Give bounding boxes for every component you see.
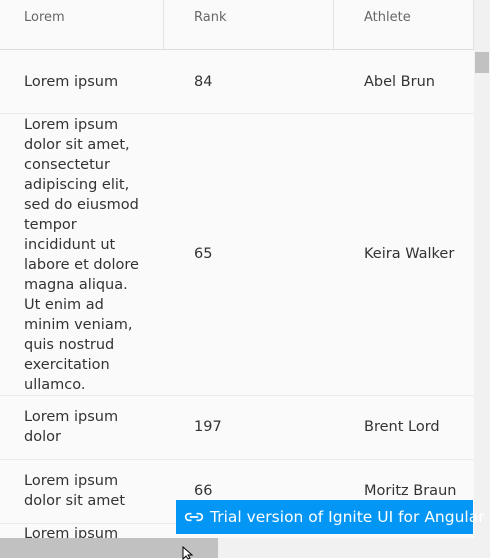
link-icon bbox=[184, 512, 204, 522]
cell-athlete: Abel Brun bbox=[364, 74, 435, 90]
column-header-lorem[interactable]: Lorem bbox=[24, 0, 65, 49]
column-resize-handle[interactable] bbox=[163, 0, 164, 49]
column-resize-handle[interactable] bbox=[333, 0, 334, 49]
table-row[interactable]: Lorem ipsum dolor 197 Brent Lord bbox=[0, 396, 474, 460]
data-grid: trial trial trial trial trial trial Lore… bbox=[0, 0, 474, 538]
vertical-scrollbar-thumb[interactable] bbox=[475, 52, 489, 73]
column-header-athlete[interactable]: Athlete bbox=[364, 0, 411, 49]
trial-banner-text: Trial version of Ignite UI for Angular bbox=[210, 508, 485, 526]
cell-rank: 65 bbox=[194, 246, 213, 262]
cell-rank: 84 bbox=[194, 74, 213, 90]
vertical-scrollbar[interactable] bbox=[474, 0, 490, 538]
table-row[interactable]: Lorem ipsum dolor sit amet, consectetur … bbox=[0, 114, 474, 396]
cell-lorem: Lorem ipsum bbox=[24, 74, 119, 90]
column-header-rank[interactable]: Rank bbox=[194, 0, 226, 49]
cell-lorem: Lorem ipsum dolor bbox=[24, 409, 119, 445]
cell-athlete: Moritz Braun bbox=[364, 483, 457, 499]
cell-lorem: Lorem ipsum dolor sit amet bbox=[24, 473, 126, 509]
cell-rank: 66 bbox=[194, 483, 213, 499]
table-row[interactable]: Lorem ipsum 84 Abel Brun bbox=[0, 50, 474, 114]
trial-banner[interactable]: Trial version of Ignite UI for Angular bbox=[176, 500, 485, 534]
cell-lorem: Lorem ipsum bbox=[24, 526, 119, 538]
cell-athlete: Brent Lord bbox=[364, 419, 440, 435]
cell-lorem: Lorem ipsum dolor sit amet, consectetur … bbox=[24, 117, 139, 393]
cell-athlete: Keira Walker bbox=[364, 246, 455, 262]
cell-rank: 197 bbox=[194, 419, 222, 435]
horizontal-scrollbar[interactable] bbox=[0, 538, 490, 558]
grid-header: Lorem Rank Athlete bbox=[0, 0, 474, 50]
